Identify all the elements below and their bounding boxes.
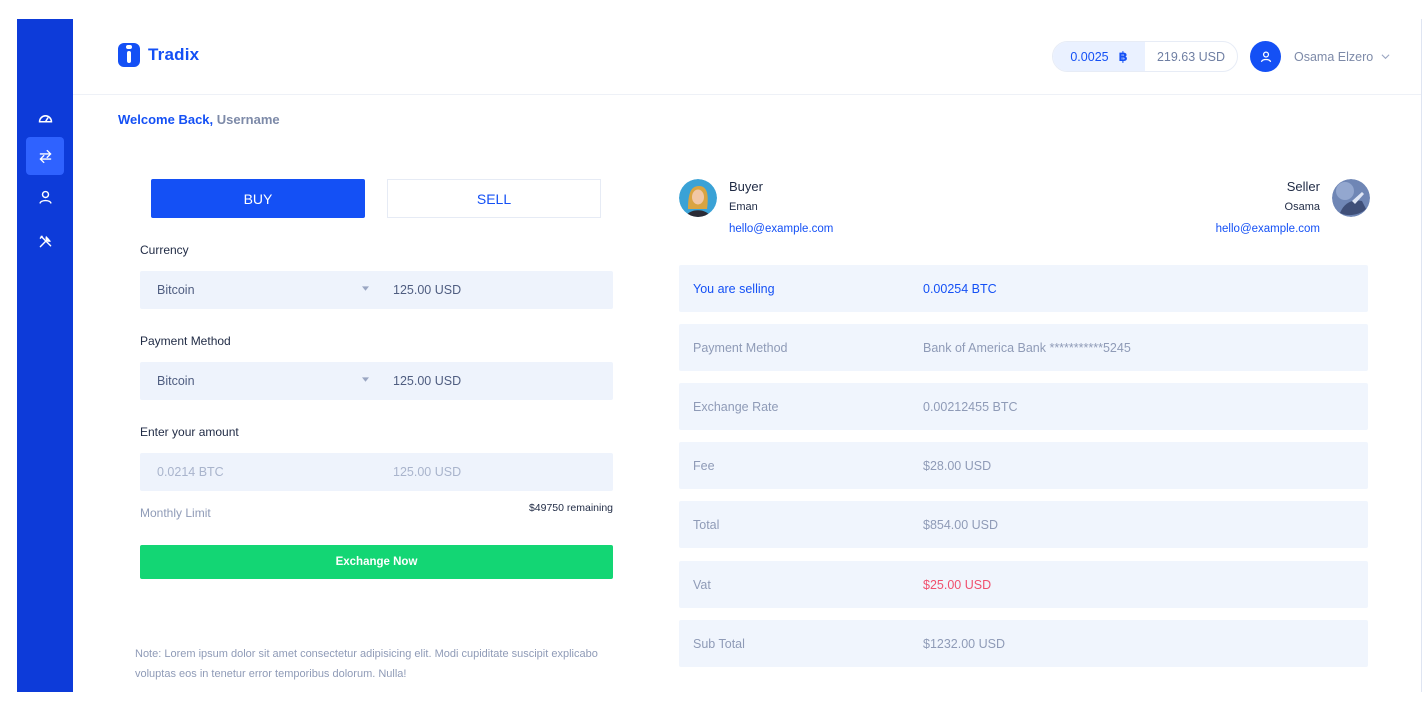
exchange-now-button[interactable]: Exchange Now: [140, 545, 613, 579]
summary-label: Sub Total: [693, 637, 745, 651]
sidebar-item-profile[interactable]: [26, 178, 64, 216]
monthly-limit-remaining: $49750 remaining: [528, 502, 613, 514]
tools-icon: [39, 235, 51, 247]
summary-label: Payment Method: [693, 341, 788, 355]
amount-input[interactable]: 0.0214 BTC 125.00 USD: [140, 453, 613, 491]
welcome-message: Welcome Back, Username: [118, 112, 280, 127]
summary-value: $854.00 USD: [923, 518, 999, 532]
monthly-limit-label: Monthly Limit: [140, 506, 211, 520]
dashboard-icon: [38, 114, 52, 123]
seller-title: Seller: [1286, 179, 1320, 194]
summary-row-total: Total $854.00 USD: [679, 501, 1368, 548]
amount-btc-placeholder: 0.0214 BTC: [157, 465, 224, 479]
exchange-arrows-icon: [39, 149, 51, 163]
seller-avatar: [1332, 179, 1370, 217]
summary-value: 0.00254 BTC: [923, 282, 997, 296]
summary-value: $1232.00 USD: [923, 637, 1006, 651]
app-name: Tradix: [148, 45, 200, 64]
currency-selected: Bitcoin: [157, 283, 195, 297]
summary-label: Total: [693, 518, 720, 532]
balance-btc: 0.0025 ฿: [1053, 42, 1145, 71]
summary-row-payment-method: Payment Method Bank of America Bank ****…: [679, 324, 1368, 371]
payment-method-amount: 125.00 USD: [393, 374, 462, 388]
user-name[interactable]: Osama Elzero: [1294, 50, 1373, 64]
summary-value-vat: $25.00 USD: [923, 578, 992, 592]
topbar: Tradix 0.0025 ฿ 219.63 USD Osama Elzero: [73, 19, 1421, 95]
sidebar: [17, 19, 73, 692]
summary-label: Fee: [693, 459, 715, 473]
payment-method-label: Payment Method: [140, 334, 231, 348]
caret-down-icon: [362, 286, 369, 291]
seller-email[interactable]: hello@example.com: [1216, 223, 1320, 235]
buyer-avatar: [679, 179, 717, 217]
frame-edge: [1421, 19, 1422, 692]
tab-sell[interactable]: SELL: [387, 179, 601, 218]
caret-down-icon: [362, 377, 369, 382]
summary-row-exchange-rate: Exchange Rate 0.00212455 BTC: [679, 383, 1368, 430]
balance-btc-value: 0.0025: [1070, 49, 1109, 64]
logo[interactable]: Tradix: [118, 43, 199, 67]
tab-buy[interactable]: BUY: [151, 179, 365, 218]
note-text: Note: Lorem ipsum dolor sit amet consect…: [135, 648, 598, 680]
summary-row-sub-total: Sub Total $1232.00 USD: [679, 620, 1368, 667]
summary-label: You are selling: [693, 282, 775, 296]
logo-icon: [118, 43, 140, 67]
summary-value: 0.00212455 BTC: [923, 400, 1018, 414]
sidebar-item-tools[interactable]: [26, 222, 64, 260]
payment-method-selected: Bitcoin: [157, 374, 195, 388]
buyer-email[interactable]: hello@example.com: [729, 223, 833, 235]
sidebar-item-dashboard[interactable]: [26, 98, 64, 136]
balance-usd: 219.63 USD: [1156, 49, 1226, 64]
currency-label: Currency: [140, 243, 189, 257]
amount-usd-placeholder: 125.00 USD: [393, 465, 462, 479]
buyer-title: Buyer: [729, 179, 763, 194]
summary-label: Exchange Rate: [693, 400, 779, 414]
summary-value: $28.00 USD: [923, 459, 992, 473]
user-avatar[interactable]: [1250, 41, 1281, 72]
seller-name: Osama: [1284, 201, 1320, 213]
amount-label: Enter your amount: [140, 425, 239, 439]
currency-select[interactable]: Bitcoin 125.00 USD: [140, 271, 613, 309]
welcome-prefix: Welcome Back,: [118, 112, 214, 127]
buyer-name: Eman: [729, 201, 758, 213]
user-icon: [38, 190, 52, 204]
sidebar-item-exchange[interactable]: [26, 137, 64, 175]
summary-row-fee: Fee $28.00 USD: [679, 442, 1368, 489]
payment-method-select[interactable]: Bitcoin 125.00 USD: [140, 362, 613, 400]
summary-value: Bank of America Bank ***********5245: [923, 341, 1131, 355]
user-icon: [1260, 50, 1271, 62]
summary-label: Vat: [693, 578, 711, 592]
currency-amount: 125.00 USD: [393, 283, 462, 297]
welcome-username: Username: [216, 112, 280, 127]
summary-row-selling: You are selling 0.00254 BTC: [679, 265, 1368, 312]
wallet-balance[interactable]: 0.0025 ฿ 219.63 USD: [1052, 41, 1238, 72]
bitcoin-icon: ฿: [1118, 48, 1128, 64]
chevron-down-icon[interactable]: [1381, 52, 1390, 61]
summary-row-vat: Vat $25.00 USD: [679, 561, 1368, 608]
